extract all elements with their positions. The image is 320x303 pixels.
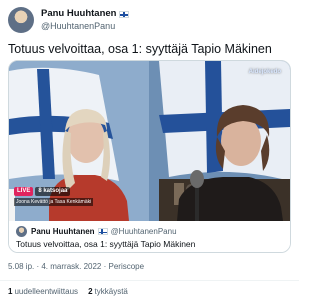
card-author-name: Panu Huuhtanen	[31, 227, 95, 236]
finland-flag-icon	[119, 10, 130, 18]
divider	[0, 280, 299, 281]
broadcast-tag: Aidejokedo	[248, 69, 281, 75]
retweets-stat[interactable]: 1 uudelleentwiittaus	[8, 287, 78, 296]
card-author-handle: @HuuhtanenPanu	[110, 227, 177, 236]
tweet-text: Totuus velvoittaa, osa 1: syyttäjä Tapio…	[8, 42, 272, 56]
card-author-row: Panu Huuhtanen @HuuhtanenPanu	[16, 226, 177, 237]
likes-stat[interactable]: 2 tykkäystä	[88, 287, 128, 296]
live-badge: LIVE 8 katsojaa	[14, 187, 71, 196]
tweet: Panu Huuhtanen @HuuhtanenPanu Totuus vel…	[0, 0, 299, 303]
author-name[interactable]: Panu Huuhtanen	[41, 8, 116, 20]
card-author-avatar	[16, 226, 27, 237]
likes-label: tykkäystä	[94, 287, 128, 296]
video-player[interactable]: Aidejokedo LIVE 8 katsojaa Joona Kevättö…	[9, 61, 290, 221]
live-label: LIVE	[14, 187, 34, 196]
author-name-row: Panu Huuhtanen	[41, 8, 130, 20]
likes-count: 2	[88, 287, 93, 296]
video-frame	[9, 61, 290, 221]
author-handle[interactable]: @HuuhtanenPanu	[41, 20, 129, 32]
video-caption: Joona Kevättö ja Tasa Kenkämäki	[14, 198, 94, 206]
periscope-card[interactable]: Aidejokedo LIVE 8 katsojaa Joona Kevättö…	[8, 60, 291, 253]
avatar[interactable]	[8, 7, 34, 33]
viewer-count: 8 katsojaa	[35, 187, 71, 196]
tweet-header: Panu Huuhtanen @HuuhtanenPanu	[8, 6, 130, 34]
card-meta[interactable]: Panu Huuhtanen @HuuhtanenPanu Totuus vel…	[9, 221, 290, 252]
tweet-stats: 1 uudelleentwiittaus 2 tykkäystä	[8, 287, 138, 296]
retweets-count: 1	[8, 287, 13, 296]
retweets-label: uudelleentwiittaus	[14, 287, 79, 296]
tweet-timestamp[interactable]: 5.08 ip. · 4. marrask. 2022 · Periscope	[8, 262, 144, 271]
author-info: Panu Huuhtanen @HuuhtanenPanu	[41, 8, 130, 32]
finland-flag-icon	[97, 228, 108, 235]
card-title: Totuus velvoittaa, osa 1: syyttäjä Tapio…	[16, 239, 196, 249]
